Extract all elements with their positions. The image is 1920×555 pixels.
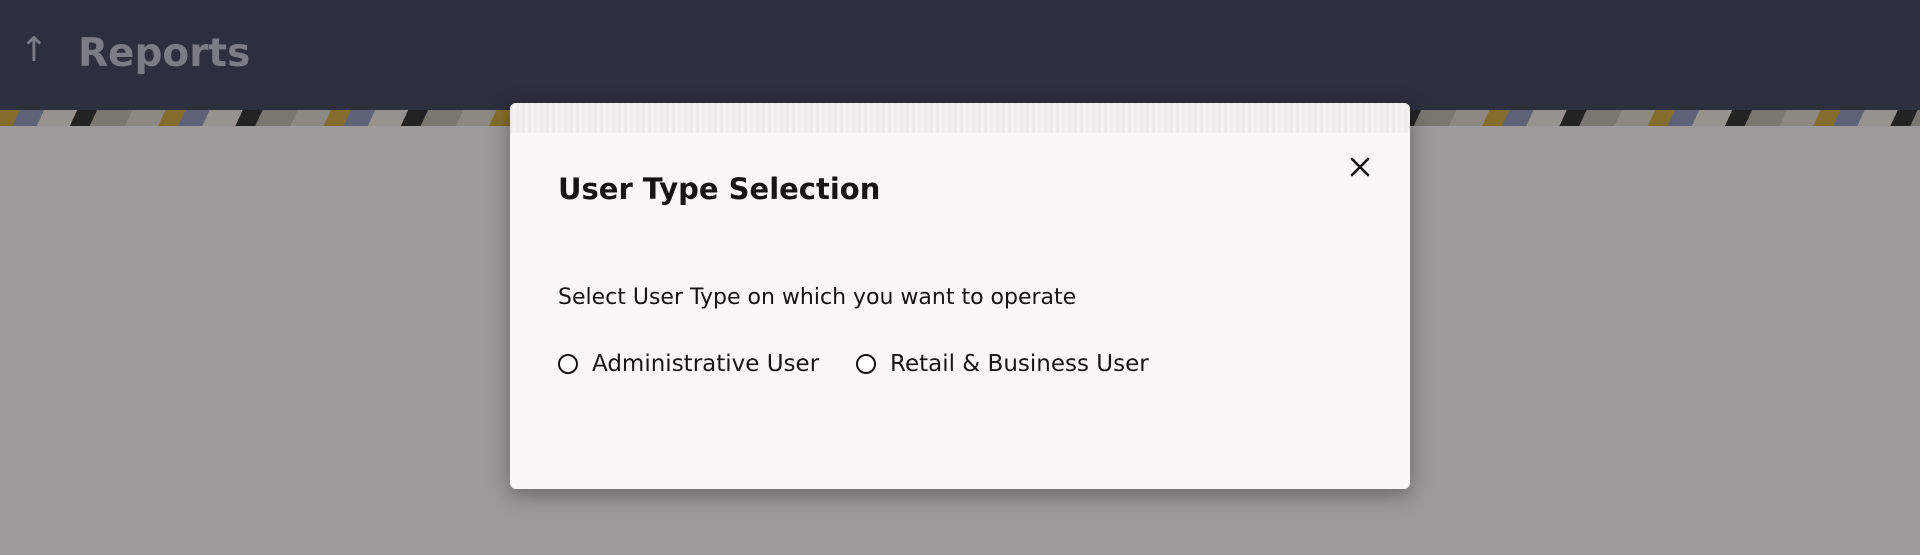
radio-label: Administrative User [592, 351, 820, 377]
dialog-top-texture [510, 103, 1410, 133]
close-icon[interactable] [1342, 149, 1378, 185]
radio-retail-business-user[interactable]: Retail & Business User [856, 347, 1149, 381]
radio-button[interactable] [558, 354, 578, 374]
radio-button[interactable] [856, 354, 876, 374]
dialog-title: User Type Selection [558, 172, 881, 206]
user-type-selection-dialog: User Type Selection Select User Type on … [510, 103, 1410, 489]
dialog-description: Select User Type on which you want to op… [558, 285, 1077, 310]
radio-label: Retail & Business User [890, 351, 1149, 377]
radio-administrative-user[interactable]: Administrative User [558, 347, 819, 381]
page: ↑ Reports User Type Selection Select Use… [0, 0, 1920, 555]
